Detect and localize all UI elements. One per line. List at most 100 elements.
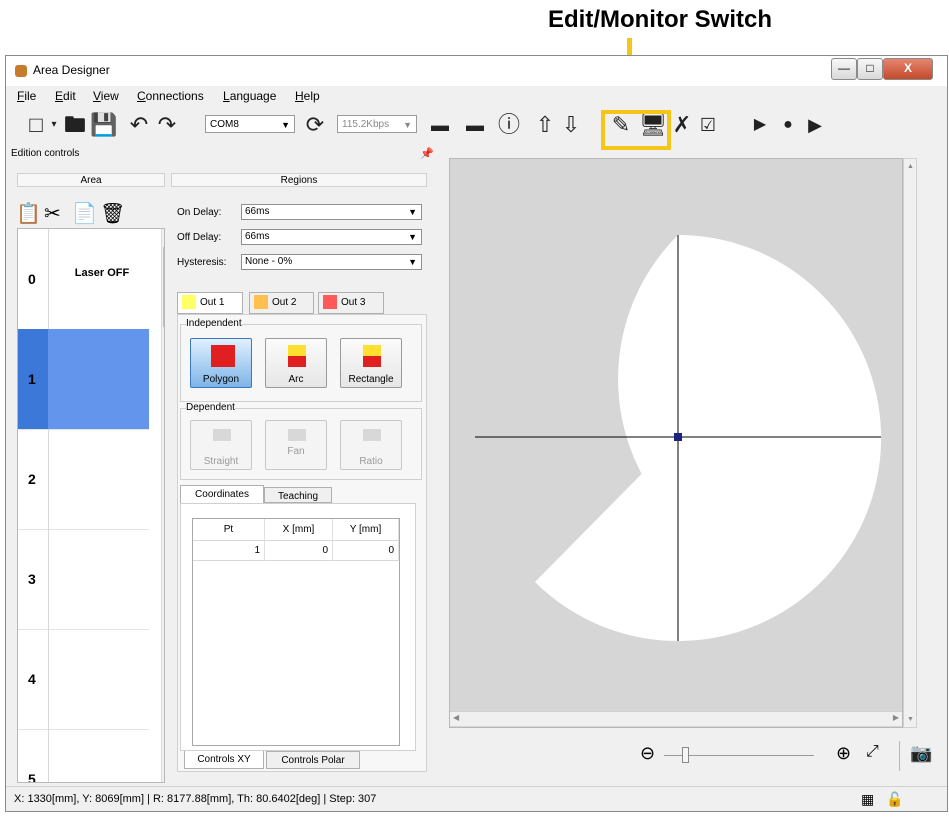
rectangle-icon bbox=[363, 345, 381, 367]
area-row[interactable]: 2 bbox=[18, 429, 149, 530]
menu-connections[interactable]: Connections bbox=[137, 89, 204, 103]
tab-controls-xy[interactable]: Controls XY bbox=[184, 751, 264, 769]
cut-icon[interactable]: ✂ bbox=[44, 201, 61, 226]
redo-icon[interactable]: ↷ bbox=[154, 112, 180, 138]
paste-icon[interactable]: 📄 bbox=[72, 201, 97, 226]
tab-out-3[interactable]: Out 3 bbox=[318, 292, 384, 314]
pin-icon[interactable]: 📌 bbox=[420, 147, 434, 160]
menu-bar: File Edit View Connections Language Help bbox=[6, 86, 947, 106]
fan-button[interactable]: Fan bbox=[265, 420, 327, 470]
scroll-up-icon[interactable]: ▲ bbox=[907, 163, 914, 170]
status-text: X: 1330[mm], Y: 8069[mm] | R: 8177.88[mm… bbox=[14, 793, 377, 805]
edit-monitor-highlight bbox=[601, 110, 671, 150]
upload-icon[interactable]: ⇧ bbox=[533, 112, 557, 138]
area-number: 0 bbox=[28, 271, 36, 287]
tools-icon[interactable]: ✗ bbox=[670, 112, 694, 138]
scroll-thumb[interactable] bbox=[163, 247, 164, 327]
canvas-horizontal-scrollbar[interactable]: ◀ ▶ bbox=[450, 711, 902, 726]
menu-file[interactable]: File bbox=[17, 89, 36, 103]
zoom-in-icon[interactable]: ⊕ bbox=[836, 743, 851, 764]
hysteresis-label: Hysteresis: bbox=[177, 257, 227, 268]
menu-edit[interactable]: Edit bbox=[55, 89, 76, 103]
area-canvas[interactable] bbox=[449, 158, 903, 728]
area-row-selected[interactable]: 1 bbox=[18, 329, 149, 430]
close-button[interactable]: X bbox=[883, 58, 933, 80]
info-icon[interactable]: ⓘ bbox=[496, 112, 522, 138]
delete-icon[interactable]: 🗑 bbox=[100, 201, 125, 226]
on-delay-label: On Delay: bbox=[177, 207, 222, 218]
tab-area[interactable]: Area bbox=[17, 173, 165, 187]
tab-out-1[interactable]: Out 1 bbox=[177, 292, 243, 314]
area-row[interactable]: 5 bbox=[18, 729, 149, 782]
fan-icon bbox=[288, 429, 306, 441]
rectangle-button[interactable]: Rectangle bbox=[340, 338, 402, 388]
zoom-controls: ⊖ ⊕ ⤢ 📷 bbox=[636, 741, 946, 771]
origin-point-marker[interactable] bbox=[674, 433, 682, 441]
minimize-button[interactable]: — bbox=[831, 58, 857, 80]
fit-view-icon[interactable]: ⤢ bbox=[866, 743, 879, 761]
scroll-left-icon[interactable]: ◀ bbox=[453, 713, 459, 722]
toolbar: □ ▾ 🖿 💾 ↶ ↷ COM8 ▼ ⟳ 115.2Kbps ▼ ▬ ▬ ⓘ ⇧ ⇩… bbox=[6, 106, 947, 146]
undo-icon[interactable]: ↶ bbox=[126, 112, 152, 138]
straight-button[interactable]: Straight bbox=[190, 420, 252, 470]
maximize-button[interactable]: □ bbox=[857, 58, 883, 80]
straight-icon bbox=[213, 429, 231, 441]
disconnect-icon[interactable]: ▬ bbox=[461, 112, 489, 138]
independent-label: Independent bbox=[186, 318, 242, 329]
new-file-icon[interactable]: □ bbox=[24, 112, 48, 138]
on-delay-select[interactable]: 66ms ▼ bbox=[241, 204, 422, 220]
copy-icon[interactable]: 📋 bbox=[16, 201, 41, 226]
ratio-button[interactable]: Ratio bbox=[340, 420, 402, 470]
record-icon[interactable]: ● bbox=[776, 112, 800, 138]
port-select[interactable]: COM8 ▼ bbox=[205, 115, 295, 133]
play-file-icon[interactable]: ▶ bbox=[802, 112, 828, 138]
area-number: 4 bbox=[28, 671, 36, 687]
tab-out-2[interactable]: Out 2 bbox=[249, 292, 314, 314]
baud-select[interactable]: 115.2Kbps ▼ bbox=[337, 115, 417, 133]
zoom-divider bbox=[899, 741, 900, 771]
cell-y[interactable]: 0 bbox=[333, 541, 399, 561]
panel-title: Edition controls bbox=[11, 148, 80, 159]
scroll-down-icon[interactable]: ▼ bbox=[164, 769, 165, 778]
cell-pt[interactable]: 1 bbox=[193, 541, 265, 561]
area-list: 0 Laser OFF 1 2 3 4 5 ▲ bbox=[17, 228, 165, 783]
off-delay-select[interactable]: 66ms ▼ bbox=[241, 229, 422, 245]
scroll-down-icon[interactable]: ▼ bbox=[907, 716, 914, 723]
connect-icon[interactable]: ▬ bbox=[426, 112, 454, 138]
scroll-right-icon[interactable]: ▶ bbox=[893, 713, 899, 722]
tab-regions[interactable]: Regions bbox=[171, 173, 427, 187]
new-dropdown-icon[interactable]: ▾ bbox=[48, 112, 60, 138]
save-icon[interactable]: 💾 bbox=[90, 112, 117, 138]
out1-color-swatch bbox=[182, 295, 196, 310]
tab-coordinates[interactable]: Coordinates bbox=[180, 485, 264, 503]
menu-help[interactable]: Help bbox=[295, 89, 320, 103]
area-row[interactable]: 0 Laser OFF bbox=[18, 229, 149, 330]
edit-monitor-switch-callout: Edit/Monitor Switch bbox=[548, 6, 772, 33]
area-number: 2 bbox=[28, 471, 36, 487]
hysteresis-select[interactable]: None - 0% ▼ bbox=[241, 254, 422, 270]
area-number: 3 bbox=[28, 571, 36, 587]
scroll-up-icon[interactable]: ▲ bbox=[164, 233, 165, 242]
usb-icon: ▦ bbox=[861, 791, 875, 807]
menu-view[interactable]: View bbox=[93, 89, 119, 103]
arc-button[interactable]: Arc bbox=[265, 338, 327, 388]
menu-language[interactable]: Language bbox=[223, 89, 276, 103]
open-folder-icon[interactable]: 🖿 bbox=[62, 112, 88, 138]
polygon-button[interactable]: Polygon bbox=[190, 338, 252, 388]
zoom-out-icon[interactable]: ⊖ bbox=[640, 743, 655, 764]
zoom-slider-thumb[interactable] bbox=[682, 747, 689, 763]
camera-icon[interactable]: 📷 bbox=[910, 743, 932, 764]
canvas-vertical-scrollbar[interactable]: ▲ ▼ bbox=[903, 158, 917, 728]
area-row[interactable]: 3 bbox=[18, 529, 149, 630]
tab-controls-polar[interactable]: Controls Polar bbox=[266, 751, 360, 769]
area-list-scrollbar[interactable]: ▲ ▼ bbox=[161, 229, 165, 782]
play-icon[interactable]: ▶ bbox=[746, 112, 774, 138]
lock-icon[interactable]: 🔓 bbox=[886, 787, 903, 811]
edition-controls-header: Edition controls bbox=[7, 146, 445, 162]
download-icon[interactable]: ⇩ bbox=[559, 112, 583, 138]
checklist-icon[interactable]: ☑ bbox=[696, 112, 720, 138]
refresh-icon[interactable]: ⟳ bbox=[302, 112, 328, 138]
tab-teaching[interactable]: Teaching bbox=[264, 487, 332, 503]
cell-x[interactable]: 0 bbox=[265, 541, 333, 561]
area-row[interactable]: 4 bbox=[18, 629, 149, 730]
